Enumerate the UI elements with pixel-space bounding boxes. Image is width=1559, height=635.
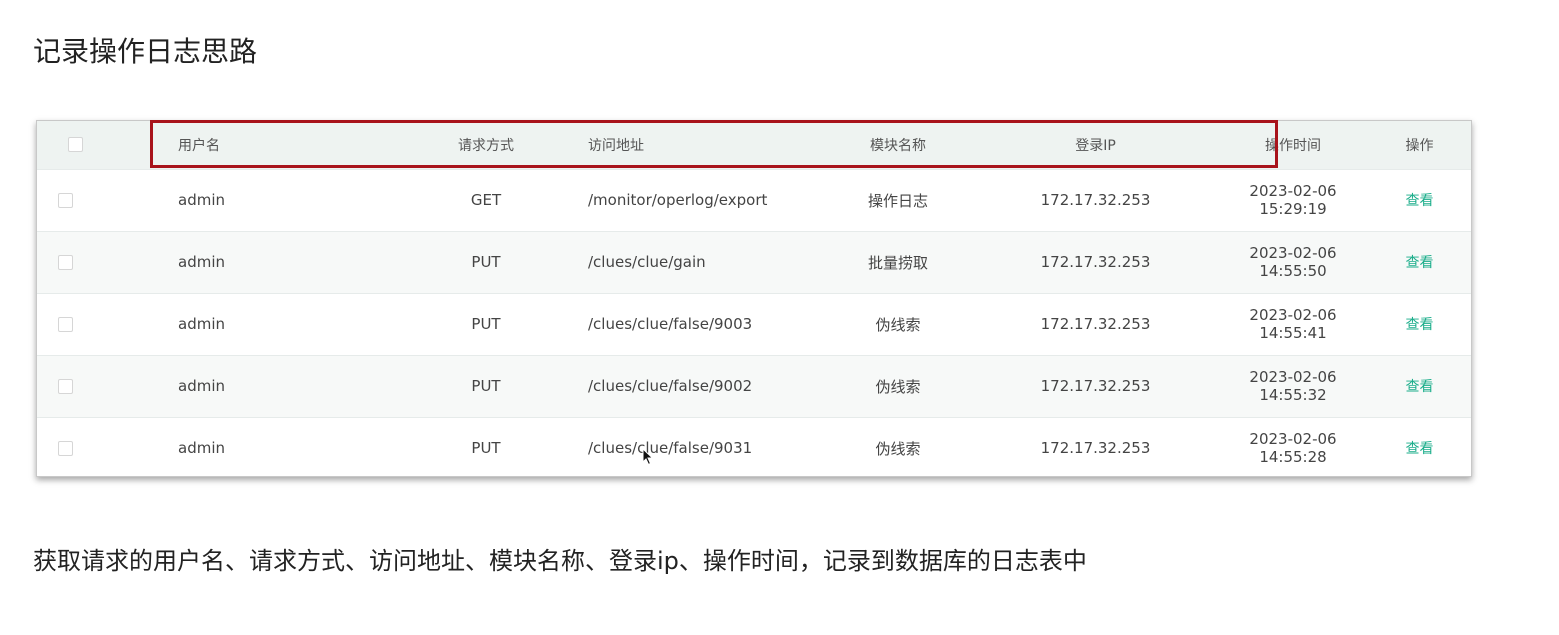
select-all-checkbox[interactable] [68,137,83,153]
cell-action: 查看 [1368,169,1471,231]
row-select-cell [37,231,93,293]
row-checkbox[interactable] [58,441,73,457]
cell-module: 伪线索 [875,439,921,458]
view-button[interactable]: 查看 [1406,255,1434,271]
cell-action: 查看 [1368,231,1471,293]
oper-log-table: 用户名 请求方式 访问地址 模块名称 登录IP 操作时间 操作 admin GE… [36,120,1472,477]
header-action: 操作 [1405,137,1434,154]
cell-method: PUT [471,439,501,458]
cell-url: /monitor/operlog/export [588,191,768,209]
cell-time: 2023-02-06 15:29:19 [1249,182,1337,218]
row-select-cell [37,417,93,476]
cell-module: 操作日志 [867,191,928,210]
cell-module: 伪线索 [875,315,921,334]
description-text: 获取请求的用户名、请求方式、访问地址、模块名称、登录ip、操作时间，记录到数据库… [33,547,1087,575]
table-row: admin GET /monitor/operlog/export 操作日志 1… [37,169,1471,231]
row-select-cell [37,169,93,231]
cell-action: 查看 [1368,417,1471,476]
table-header-row: 用户名 请求方式 访问地址 模块名称 登录IP 操作时间 操作 [37,121,1471,169]
cell-module: 伪线索 [875,377,921,396]
table-row: admin PUT /clues/clue/false/9003 伪线索 172… [37,293,1471,355]
header-username[interactable]: 用户名 [93,121,406,169]
table-row: admin PUT /clues/clue/false/9002 伪线索 172… [37,355,1471,417]
row-checkbox[interactable] [58,255,73,270]
cell-method: PUT [471,315,501,333]
view-button[interactable]: 查看 [1406,379,1434,395]
header-method[interactable]: 请求方式 [406,121,566,169]
cell-time: 2023-02-06 14:55:41 [1249,306,1337,342]
header-ip[interactable]: 登录IP [973,121,1218,169]
cell-module: 批量捞取 [867,253,928,272]
row-select-cell [37,293,93,355]
cell-action: 查看 [1368,355,1471,417]
header-time[interactable]: 操作时间 [1218,121,1368,169]
view-button[interactable]: 查看 [1406,441,1434,457]
cell-url: /clues/clue/false/9002 [588,377,753,395]
cell-ip: 172.17.32.253 [1040,191,1151,209]
cell-method: PUT [471,377,501,395]
view-button[interactable]: 查看 [1406,317,1434,333]
row-select-cell [37,355,93,417]
cell-time: 2023-02-06 14:55:32 [1249,368,1337,404]
cell-username: admin [178,191,225,209]
cell-action: 查看 [1368,293,1471,355]
row-checkbox[interactable] [58,379,73,394]
cell-method: PUT [471,253,501,271]
row-checkbox[interactable] [58,193,73,208]
cell-username: admin [178,439,225,458]
cell-time: 2023-02-06 14:55:28 [1249,430,1337,467]
cell-url: /clues/clue/gain [588,253,706,271]
select-all-cell [37,121,93,169]
cell-ip: 172.17.32.253 [1040,253,1151,271]
cell-url: /clues/clue/false/9031 [588,439,753,458]
table-row: admin PUT /clues/clue/false/9031 伪线索 172… [37,417,1471,476]
cell-ip: 172.17.32.253 [1040,315,1151,333]
cell-method: GET [470,191,502,209]
header-module[interactable]: 模块名称 [823,121,973,169]
mouse-pointer-icon [642,448,654,466]
view-button[interactable]: 查看 [1406,193,1434,209]
cell-username: admin [178,377,225,395]
page-title: 记录操作日志思路 [33,35,258,68]
cell-ip: 172.17.32.253 [1040,439,1151,458]
cell-ip: 172.17.32.253 [1040,377,1151,395]
row-checkbox[interactable] [58,317,73,332]
cell-url: /clues/clue/false/9003 [588,315,753,333]
cell-username: admin [178,315,225,333]
cell-username: admin [178,253,225,271]
cell-time: 2023-02-06 14:55:50 [1249,244,1337,280]
table-row: admin PUT /clues/clue/gain 批量捞取 172.17.3… [37,231,1471,293]
header-url[interactable]: 访问地址 [566,121,823,169]
